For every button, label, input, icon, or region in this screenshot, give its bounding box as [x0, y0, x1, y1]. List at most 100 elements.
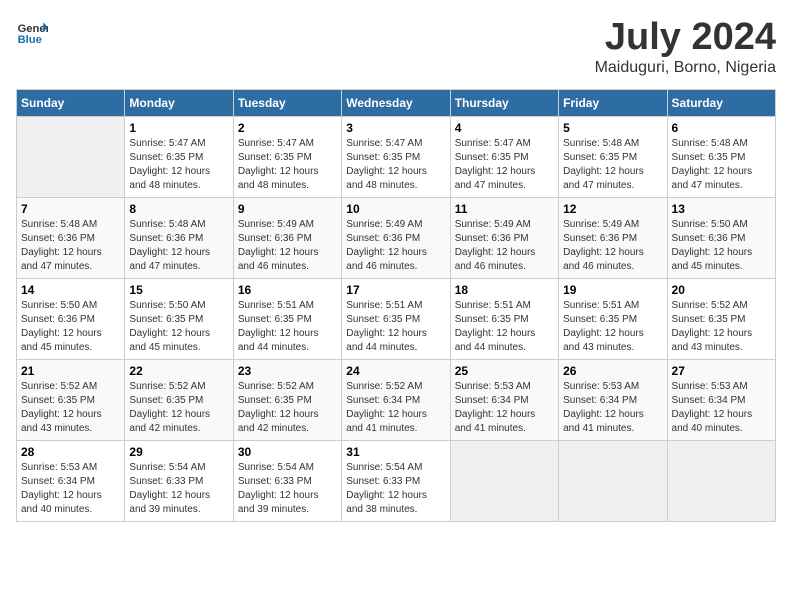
day-header-thursday: Thursday: [450, 90, 558, 117]
day-info: Sunrise: 5:52 AMSunset: 6:35 PMDaylight:…: [129, 380, 228, 436]
calendar-cell: 16 Sunrise: 5:51 AMSunset: 6:35 PMDayligh…: [233, 279, 341, 360]
calendar-cell: 8Sunrise: 5:48 AMSunset: 6:36 PMDaylight…: [125, 198, 233, 279]
calendar-cell: 21Sunrise: 5:52 AMSunset: 6:35 PMDayligh…: [17, 360, 125, 441]
day-info: Sunrise: 5:50 AMSunset: 6:36 PMDaylight:…: [672, 218, 771, 274]
day-info: Sunrise: 5:53 AMSunset: 6:34 PMDaylight:…: [672, 380, 771, 436]
calendar-cell: 11 Sunrise: 5:49 AMSunset: 6:36 PMDayligh…: [450, 198, 558, 279]
calendar-cell: 19 Sunrise: 5:51 AMSunset: 6:35 PMDayligh…: [559, 279, 667, 360]
calendar-cell: [667, 441, 775, 522]
day-number: 22: [129, 364, 228, 378]
day-info: Sunrise: 5:54 AMSunset: 6:33 PMDaylight:…: [346, 461, 445, 517]
calendar-cell: 6 Sunrise: 5:48 AMSunset: 6:35 PMDaylight…: [667, 117, 775, 198]
day-info: Sunrise: 5:48 AMSunset: 6:35 PMDaylight:…: [563, 137, 662, 193]
calendar-cell: 20Sunrise: 5:52 AMSunset: 6:35 PMDayligh…: [667, 279, 775, 360]
calendar-cell: 30 Sunrise: 5:54 AMSunset: 6:33 PMDayligh…: [233, 441, 341, 522]
day-info: Sunrise: 5:49 AMSunset: 6:36 PMDaylight:…: [238, 218, 337, 274]
day-header-saturday: Saturday: [667, 90, 775, 117]
week-row-5: 28Sunrise: 5:53 AMSunset: 6:34 PMDayligh…: [17, 441, 776, 522]
calendar-cell: 13 Sunrise: 5:50 AMSunset: 6:36 PMDayligh…: [667, 198, 775, 279]
day-number: 17: [346, 283, 445, 297]
day-info: Sunrise: 5:51 AMSunset: 6:35 PMDaylight:…: [563, 299, 662, 355]
day-number: 23: [238, 364, 337, 378]
day-info: Sunrise: 5:50 AMSunset: 6:36 PMDaylight:…: [21, 299, 120, 355]
calendar-cell: 26 Sunrise: 5:53 AMSunset: 6:34 PMDayligh…: [559, 360, 667, 441]
logo: General Blue: [16, 16, 48, 48]
calendar-cell: 25 Sunrise: 5:53 AMSunset: 6:34 PMDayligh…: [450, 360, 558, 441]
day-number: 31: [346, 445, 445, 459]
calendar-cell: 15 Sunrise: 5:50 AMSunset: 6:35 PMDayligh…: [125, 279, 233, 360]
day-number: 3: [346, 121, 445, 135]
day-info: Sunrise: 5:49 AMSunset: 6:36 PMDaylight:…: [455, 218, 554, 274]
day-number: 2: [238, 121, 337, 135]
day-number: 26: [563, 364, 662, 378]
day-number: 10: [346, 202, 445, 216]
day-info: Sunrise: 5:47 AMSunset: 6:35 PMDaylight:…: [346, 137, 445, 193]
day-info: Sunrise: 5:49 AMSunset: 6:36 PMDaylight:…: [346, 218, 445, 274]
svg-text:Blue: Blue: [18, 34, 42, 46]
day-info: Sunrise: 5:53 AMSunset: 6:34 PMDaylight:…: [455, 380, 554, 436]
day-info: Sunrise: 5:49 AMSunset: 6:36 PMDaylight:…: [563, 218, 662, 274]
day-header-sunday: Sunday: [17, 90, 125, 117]
week-row-1: 1Sunrise: 5:47 AMSunset: 6:35 PMDaylight…: [17, 117, 776, 198]
day-info: Sunrise: 5:47 AMSunset: 6:35 PMDaylight:…: [238, 137, 337, 193]
main-title: July 2024: [595, 16, 776, 59]
day-info: Sunrise: 5:48 AMSunset: 6:36 PMDaylight:…: [21, 218, 120, 274]
week-row-3: 14 Sunrise: 5:50 AMSunset: 6:36 PMDayligh…: [17, 279, 776, 360]
calendar-cell: 22 Sunrise: 5:52 AMSunset: 6:35 PMDayligh…: [125, 360, 233, 441]
calendar-cell: 28Sunrise: 5:53 AMSunset: 6:34 PMDayligh…: [17, 441, 125, 522]
day-number: 16: [238, 283, 337, 297]
day-info: Sunrise: 5:51 AMSunset: 6:35 PMDaylight:…: [238, 299, 337, 355]
calendar-cell: [17, 117, 125, 198]
calendar-cell: 31 Sunrise: 5:54 AMSunset: 6:33 PMDayligh…: [342, 441, 450, 522]
calendar-cell: 2 Sunrise: 5:47 AMSunset: 6:35 PMDaylight…: [233, 117, 341, 198]
day-info: Sunrise: 5:50 AMSunset: 6:35 PMDaylight:…: [129, 299, 228, 355]
day-number: 9: [238, 202, 337, 216]
day-header-monday: Monday: [125, 90, 233, 117]
calendar-cell: [559, 441, 667, 522]
day-number: 12: [563, 202, 662, 216]
page-header: General Blue July 2024 Maiduguri, Borno,…: [16, 16, 776, 77]
calendar-cell: 17Sunrise: 5:51 AMSunset: 6:35 PMDayligh…: [342, 279, 450, 360]
day-header-tuesday: Tuesday: [233, 90, 341, 117]
calendar-cell: 10 Sunrise: 5:49 AMSunset: 6:36 PMDayligh…: [342, 198, 450, 279]
day-info: Sunrise: 5:53 AMSunset: 6:34 PMDaylight:…: [563, 380, 662, 436]
day-number: 24: [346, 364, 445, 378]
header-row: SundayMondayTuesdayWednesdayThursdayFrid…: [17, 90, 776, 117]
day-number: 6: [672, 121, 771, 135]
day-number: 15: [129, 283, 228, 297]
calendar-cell: 1Sunrise: 5:47 AMSunset: 6:35 PMDaylight…: [125, 117, 233, 198]
day-info: Sunrise: 5:48 AMSunset: 6:35 PMDaylight:…: [672, 137, 771, 193]
day-number: 19: [563, 283, 662, 297]
day-number: 11: [455, 202, 554, 216]
day-header-wednesday: Wednesday: [342, 90, 450, 117]
calendar-cell: 29Sunrise: 5:54 AMSunset: 6:33 PMDayligh…: [125, 441, 233, 522]
day-number: 25: [455, 364, 554, 378]
calendar-table: SundayMondayTuesdayWednesdayThursdayFrid…: [16, 89, 776, 522]
day-info: Sunrise: 5:52 AMSunset: 6:34 PMDaylight:…: [346, 380, 445, 436]
title-area: July 2024 Maiduguri, Borno, Nigeria: [595, 16, 776, 77]
week-row-2: 7Sunrise: 5:48 AMSunset: 6:36 PMDaylight…: [17, 198, 776, 279]
day-number: 20: [672, 283, 771, 297]
calendar-cell: [450, 441, 558, 522]
day-number: 5: [563, 121, 662, 135]
day-number: 27: [672, 364, 771, 378]
day-number: 14: [21, 283, 120, 297]
calendar-cell: 3 Sunrise: 5:47 AMSunset: 6:35 PMDaylight…: [342, 117, 450, 198]
day-info: Sunrise: 5:54 AMSunset: 6:33 PMDaylight:…: [238, 461, 337, 517]
calendar-cell: 4Sunrise: 5:47 AMSunset: 6:35 PMDaylight…: [450, 117, 558, 198]
day-number: 13: [672, 202, 771, 216]
calendar-cell: 18Sunrise: 5:51 AMSunset: 6:35 PMDayligh…: [450, 279, 558, 360]
day-number: 4: [455, 121, 554, 135]
week-row-4: 21Sunrise: 5:52 AMSunset: 6:35 PMDayligh…: [17, 360, 776, 441]
calendar-cell: 24 Sunrise: 5:52 AMSunset: 6:34 PMDayligh…: [342, 360, 450, 441]
day-number: 28: [21, 445, 120, 459]
day-number: 30: [238, 445, 337, 459]
day-info: Sunrise: 5:52 AMSunset: 6:35 PMDaylight:…: [21, 380, 120, 436]
calendar-cell: 12 Sunrise: 5:49 AMSunset: 6:36 PMDayligh…: [559, 198, 667, 279]
calendar-cell: 27 Sunrise: 5:53 AMSunset: 6:34 PMDayligh…: [667, 360, 775, 441]
sub-title: Maiduguri, Borno, Nigeria: [595, 59, 776, 77]
day-number: 8: [129, 202, 228, 216]
day-number: 29: [129, 445, 228, 459]
day-info: Sunrise: 5:47 AMSunset: 6:35 PMDaylight:…: [129, 137, 228, 193]
calendar-cell: 5 Sunrise: 5:48 AMSunset: 6:35 PMDaylight…: [559, 117, 667, 198]
